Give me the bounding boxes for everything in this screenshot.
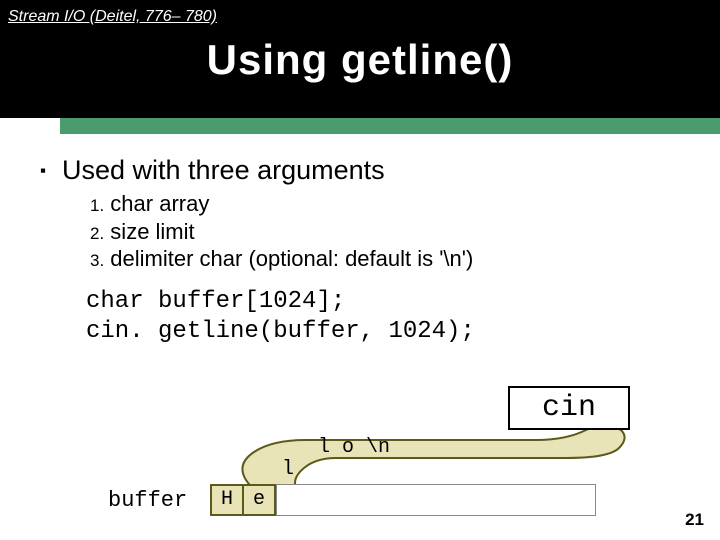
cell: e	[242, 484, 276, 516]
list-item: 3. delimiter char (optional: default is …	[90, 245, 690, 273]
header: Stream I/O (Deitel, 776– 780) Using getl…	[0, 0, 720, 118]
numbered-list: 1. char array 2. size limit 3. delimiter…	[90, 190, 690, 273]
code-block: char buffer[1024]; cin. getline(buffer, …	[86, 287, 690, 347]
bullet-main: Used with three arguments	[40, 155, 690, 186]
cin-box: cin	[508, 386, 630, 430]
content-area: Used with three arguments 1. char array …	[40, 155, 690, 347]
page-number: 21	[685, 510, 704, 530]
slide-title: Using getline()	[0, 36, 720, 84]
stream-io-label: Stream I/O (Deitel, 776– 780)	[8, 8, 217, 26]
code-line: cin. getline(buffer, 1024);	[86, 317, 690, 347]
code-line: char buffer[1024];	[86, 287, 690, 317]
list-item: 2. size limit	[90, 218, 690, 246]
buffer-cells: H e	[210, 484, 274, 516]
buffer-label: buffer	[108, 488, 187, 513]
blob-chars: l o \n	[318, 436, 390, 459]
cell: H	[210, 484, 244, 516]
blob-l-char: l	[282, 458, 294, 481]
list-item: 1. char array	[90, 190, 690, 218]
green-bar	[60, 118, 720, 134]
buffer-extent	[276, 484, 596, 516]
